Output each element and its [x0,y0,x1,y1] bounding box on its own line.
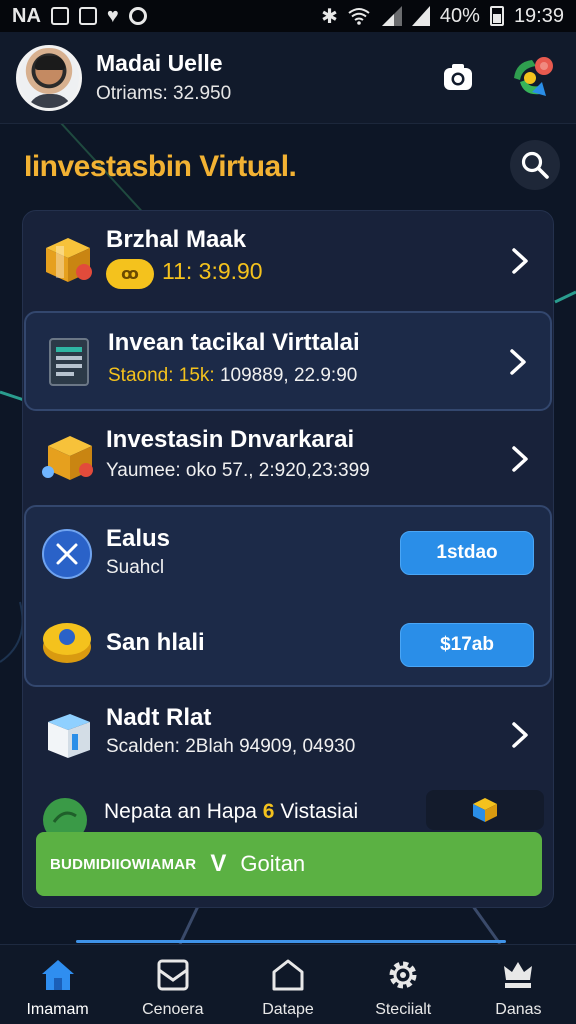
cta-caption: BUDMIDIIOWIAMAR [50,855,197,873]
user-info: Madai Uelle Otriams: 32.950 [96,50,231,105]
package-icon [46,238,92,282]
nav-label: Imamam [26,1001,89,1018]
row-subtitle: Suahcl [106,557,165,578]
box-icon [48,714,90,758]
list-item: Ealus Suahcl 1stdao [26,507,550,599]
camera-icon [444,64,472,90]
nav-item-inbox[interactable]: Cenoera [115,945,230,1024]
battery-icon [489,6,504,26]
close-circle-icon [42,529,92,579]
row-title: San hlali [106,629,205,656]
list-item[interactable]: Investasin Dnvarkarai Yaumee: oko 57., 2… [24,410,552,506]
crown-icon [500,957,536,993]
nav-label: Danas [495,1001,542,1018]
circle-icon [128,7,147,25]
nav-item-datape[interactable]: Datape [230,945,345,1024]
document-icon [49,338,89,386]
search-icon [521,151,549,179]
heart-icon: ♥ [106,4,119,27]
list-item[interactable]: Brzhal Maak ꝏ 11: 3:9.90 [24,212,552,312]
promo-item[interactable]: Nepata an Hapa 6 Vistasiai [38,794,418,838]
inbox-icon [155,957,191,993]
nav-label: Steciialt [375,1001,432,1018]
list-item: San hlali $17ab [26,599,550,687]
gear-icon [385,957,421,993]
signal-icon [381,6,402,26]
row-subtitle: Scalden: 2Blah 94909, 04930 [106,736,356,757]
cta-button[interactable]: BUDMIDIIOWIAMAR V Goitan [36,832,542,896]
list-item-selected[interactable]: Invean tacikal Virttalai Staond: 15k: 10… [24,311,552,411]
user-name: Madai Uelle [96,50,223,76]
row-subtitle: Staond: 15k: 109889, 22.9:90 [108,365,358,386]
package-icon [42,436,93,480]
chevron-right-icon [510,349,526,375]
status-bar: NA ♥ ✱ 40% 19:39 [0,0,576,32]
row-title: Ealus [106,525,171,552]
notification-icon [50,7,69,25]
avatar[interactable] [16,44,82,111]
nav-item-home[interactable]: Imamam [0,945,115,1024]
nav-item-danas[interactable]: Danas [461,945,576,1024]
list-item[interactable]: Nadt Rlat Scalden: 2Blah 94909, 04930 [24,688,552,784]
row-title: Investasin Dnvarkarai [106,426,355,453]
action-group: Ealus Suahcl 1stdao San hlali $17ab [24,505,552,687]
search-button[interactable] [510,140,560,190]
chevron-right-icon [512,248,528,274]
wifi-icon [348,8,370,25]
clock: 19:39 [513,4,564,27]
cta-label: Goitan [240,851,306,876]
row-title: Invean tacikal Virttalai [108,329,360,356]
price-button[interactable]: $17ab [400,623,534,667]
chevron-right-icon [512,722,528,748]
promo-text: Nepata an Hapa 6 Vistasiai [104,800,359,823]
row-subtitle: Yaumee: oko 57., 2:920,23:399 [106,460,370,481]
chevron-right-icon [512,446,528,472]
page-title: Iinvestasbin Virtual. [24,150,297,183]
nav-label: Datape [262,1001,314,1018]
shield-home-icon [270,957,306,993]
row-value: ꝏ 11: 3:9.90 [106,258,263,289]
bluetooth-icon: ✱ [321,5,338,28]
row-title: Brzhal Maak [106,226,247,253]
nav-label: Cenoera [142,1001,204,1018]
signal-icon [411,6,430,26]
app-badge-icon [514,57,553,96]
action-button[interactable]: 1stdao [400,531,534,575]
app-shortcut-button[interactable] [506,52,558,104]
user-points: Otriams: 32.950 [96,83,232,104]
promo-button[interactable] [426,790,544,830]
coin-badge: ꝏ [106,259,154,289]
camera-button[interactable] [436,56,480,100]
scroll-indicator [76,940,506,943]
cube-icon [473,798,497,822]
row-title: Nadt Rlat [106,704,212,731]
coin-icon [43,623,91,663]
bottom-navigation: Imamam Cenoera Datape Steciialt Danas [0,944,576,1024]
battery-percent: 40% [439,4,480,27]
profile-header: Madai Uelle Otriams: 32.950 [0,32,576,124]
notification-icon [78,7,97,25]
cta-mark: V [210,850,227,877]
home-icon [40,957,76,993]
carrier-label: NA [12,4,41,27]
nav-item-settings[interactable]: Steciialt [346,945,461,1024]
